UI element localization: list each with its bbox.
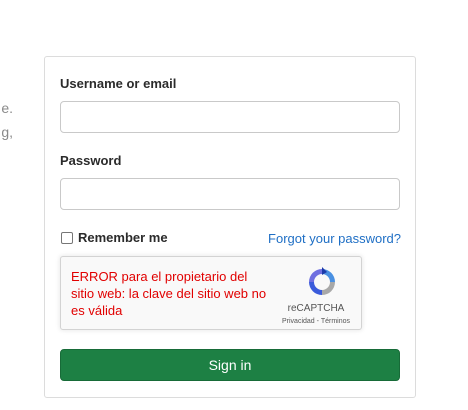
recaptcha-links: Privacidad - Términos	[271, 318, 361, 325]
background-text: e. g,	[1, 96, 13, 144]
login-form-card: Username or email Password Remember me F…	[44, 56, 416, 398]
background-text-line-2: g,	[1, 124, 13, 140]
username-label: Username or email	[60, 76, 177, 91]
background-text-line-1: e.	[1, 100, 13, 116]
recaptcha-logo-icon	[309, 267, 335, 295]
password-input[interactable]	[60, 178, 400, 210]
recaptcha-terms-link[interactable]: Términos	[321, 318, 350, 325]
password-label: Password	[60, 153, 122, 168]
remember-me-label[interactable]: Remember me	[78, 230, 168, 245]
recaptcha-brand: reCAPTCHA	[287, 303, 345, 314]
recaptcha-widget: ERROR para el propietario del sitio web:…	[60, 256, 362, 330]
sign-in-button[interactable]: Sign in	[60, 349, 400, 381]
recaptcha-error-message: ERROR para el propietario del sitio web:…	[71, 269, 267, 318]
remember-me-checkbox[interactable]	[61, 231, 73, 244]
recaptcha-link-separator: -	[316, 318, 319, 325]
username-input[interactable]	[60, 101, 400, 133]
forgot-password-link[interactable]: Forgot your password?	[268, 231, 401, 246]
recaptcha-privacy-link[interactable]: Privacidad	[282, 318, 315, 325]
remember-me-row[interactable]: Remember me	[60, 230, 168, 245]
